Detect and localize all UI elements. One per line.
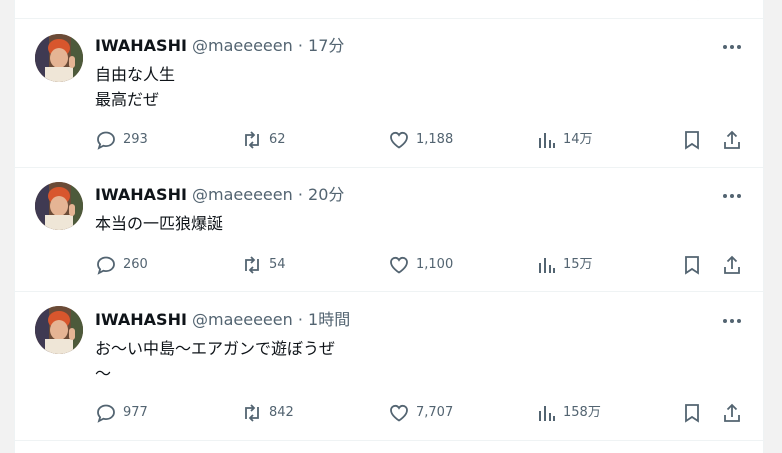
heart-icon bbox=[390, 256, 408, 274]
retweet-arrows-icon bbox=[245, 256, 259, 274]
heart-icon bbox=[390, 131, 408, 149]
tweet-text: お〜い中島〜エアガンで遊ぼうぜ 〜 bbox=[95, 339, 336, 383]
display-name[interactable]: IWAHASHI bbox=[95, 36, 187, 55]
tweet-text: 自由な人生 最高だぜ bbox=[95, 65, 176, 109]
share-upload-icon[interactable] bbox=[721, 254, 743, 276]
user-handle[interactable]: @maeeeeen bbox=[192, 36, 293, 55]
views-button[interactable]: 158万 bbox=[535, 402, 601, 424]
avatar[interactable] bbox=[35, 34, 83, 82]
timestamp[interactable]: 20分 bbox=[308, 185, 344, 204]
reply-button[interactable]: 260 bbox=[95, 254, 148, 276]
retweet-button[interactable]: 842 bbox=[241, 402, 294, 424]
separator: · bbox=[297, 310, 303, 329]
retweet-count: 54 bbox=[269, 257, 286, 272]
tweet-actions: 977 842 7,707 158万 bbox=[95, 402, 743, 424]
view-count: 158万 bbox=[563, 405, 601, 420]
tweet-actions: 293 62 1,188 14万 bbox=[95, 129, 743, 151]
bookmark-icon[interactable] bbox=[681, 129, 703, 151]
view-count: 14万 bbox=[563, 132, 593, 147]
reply-bubble-icon bbox=[97, 404, 115, 423]
tweet-text: 本当の一匹狼爆誕 bbox=[95, 214, 224, 233]
view-count: 15万 bbox=[563, 257, 593, 272]
tweet-actions: 260 54 1,100 15万 bbox=[95, 254, 743, 276]
reply-count: 293 bbox=[123, 132, 148, 147]
reply-count: 260 bbox=[123, 257, 148, 272]
heart-icon bbox=[390, 404, 408, 422]
tweet-header: IWAHASHI @maeeeeen · 20分 bbox=[95, 184, 344, 206]
views-button[interactable]: 14万 bbox=[535, 129, 593, 151]
user-handle[interactable]: @maeeeeen bbox=[192, 310, 293, 329]
bar-chart-icon bbox=[539, 258, 555, 273]
reply-bubble-icon bbox=[97, 131, 115, 150]
bar-chart-icon bbox=[539, 133, 555, 148]
tweet[interactable]: IWAHASHI @maeeeeen · 1時間 お〜い中島〜エアガンで遊ぼうぜ… bbox=[15, 291, 763, 441]
like-count: 7,707 bbox=[416, 405, 454, 420]
timestamp[interactable]: 17分 bbox=[308, 36, 344, 55]
retweet-button[interactable]: 54 bbox=[241, 254, 286, 276]
display-name[interactable]: IWAHASHI bbox=[95, 185, 187, 204]
reply-count: 977 bbox=[123, 405, 148, 420]
reply-button[interactable]: 293 bbox=[95, 129, 148, 151]
retweet-count: 842 bbox=[269, 405, 294, 420]
tweet[interactable]: IWAHASHI @maeeeeen · 17分 自由な人生 最高だぜ 293 … bbox=[15, 19, 763, 168]
reply-button[interactable]: 977 bbox=[95, 402, 148, 424]
more-dots-icon[interactable] bbox=[721, 312, 743, 330]
user-handle[interactable]: @maeeeeen bbox=[192, 185, 293, 204]
retweet-count: 62 bbox=[269, 132, 286, 147]
previous-tweet-edge bbox=[15, 0, 763, 19]
separator: · bbox=[297, 36, 303, 55]
bookmark-icon[interactable] bbox=[681, 254, 703, 276]
avatar[interactable] bbox=[35, 306, 83, 354]
timeline: IWAHASHI @maeeeeen · 17分 自由な人生 最高だぜ 293 … bbox=[14, 0, 764, 453]
bar-chart-icon bbox=[539, 406, 555, 421]
retweet-arrows-icon bbox=[245, 404, 259, 422]
avatar[interactable] bbox=[35, 182, 83, 230]
more-dots-icon[interactable] bbox=[721, 187, 743, 205]
share-upload-icon[interactable] bbox=[721, 129, 743, 151]
like-count: 1,188 bbox=[416, 132, 454, 147]
like-button[interactable]: 1,188 bbox=[388, 129, 453, 151]
separator: · bbox=[297, 185, 303, 204]
more-dots-icon[interactable] bbox=[721, 38, 743, 56]
like-count: 1,100 bbox=[416, 257, 454, 272]
tweet-header: IWAHASHI @maeeeeen · 17分 bbox=[95, 35, 344, 57]
views-button[interactable]: 15万 bbox=[535, 254, 593, 276]
timestamp[interactable]: 1時間 bbox=[308, 310, 350, 329]
share-upload-icon[interactable] bbox=[721, 402, 743, 424]
retweet-arrows-icon bbox=[245, 131, 259, 149]
like-button[interactable]: 1,100 bbox=[388, 254, 453, 276]
display-name[interactable]: IWAHASHI bbox=[95, 310, 187, 329]
tweet[interactable]: IWAHASHI @maeeeeen · 20分 本当の一匹狼爆誕 260 54… bbox=[15, 167, 763, 292]
reply-bubble-icon bbox=[97, 256, 115, 275]
share-icon[interactable] bbox=[691, 0, 705, 6]
bookmark-icon[interactable] bbox=[681, 402, 703, 424]
retweet-button[interactable]: 62 bbox=[241, 129, 286, 151]
like-button[interactable]: 7,707 bbox=[388, 402, 453, 424]
tweet-header: IWAHASHI @maeeeeen · 1時間 bbox=[95, 309, 350, 331]
